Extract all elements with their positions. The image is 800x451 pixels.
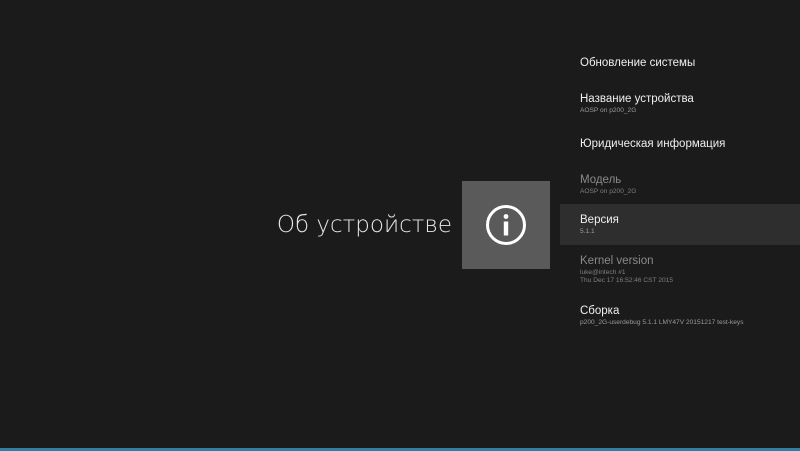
menu-item-subtitle: p200_2G-userdebug 5.1.1 LMY47V 20151217 …: [580, 319, 744, 326]
menu-item-title: Модель: [580, 174, 622, 186]
menu-item-system-update[interactable]: Обновление системы: [560, 40, 800, 82]
menu-item-version[interactable]: Версия 5.1.1: [560, 204, 800, 245]
menu-item-title: Юридическая информация: [580, 138, 726, 150]
menu-item-title: Сборка: [580, 305, 620, 317]
info-icon: [486, 205, 526, 245]
menu-item-subtitle: 5.1.1: [580, 228, 595, 235]
menu-item-subtitle: AOSP on p200_2G: [580, 188, 637, 195]
menu-item-title: Kernel version: [580, 255, 654, 267]
menu-item-title: Название устройства: [580, 93, 694, 105]
settings-list: Обновление системы Название устройства A…: [560, 40, 800, 440]
menu-item-title: Обновление системы: [580, 57, 696, 69]
menu-item-title: Версия: [580, 214, 619, 226]
menu-item-kernel-version: Kernel version luke@intech #1 Thu Dec 17…: [560, 245, 800, 295]
menu-item-legal-info[interactable]: Юридическая информация: [560, 122, 800, 164]
menu-item-model: Модель AOSP on p200_2G: [560, 164, 800, 204]
menu-item-device-name[interactable]: Название устройства AOSP on p200_2G: [560, 82, 800, 122]
menu-item-subtitle: luke@intech #1: [580, 269, 626, 276]
page-title: Об устройстве: [276, 212, 452, 238]
menu-item-subtitle: AOSP on p200_2G: [580, 107, 637, 114]
menu-item-build-number[interactable]: Сборка p200_2G-userdebug 5.1.1 LMY47V 20…: [560, 295, 800, 337]
menu-item-subtitle: Thu Dec 17 16:52:46 CST 2015: [580, 277, 673, 284]
info-tile: [462, 181, 550, 269]
